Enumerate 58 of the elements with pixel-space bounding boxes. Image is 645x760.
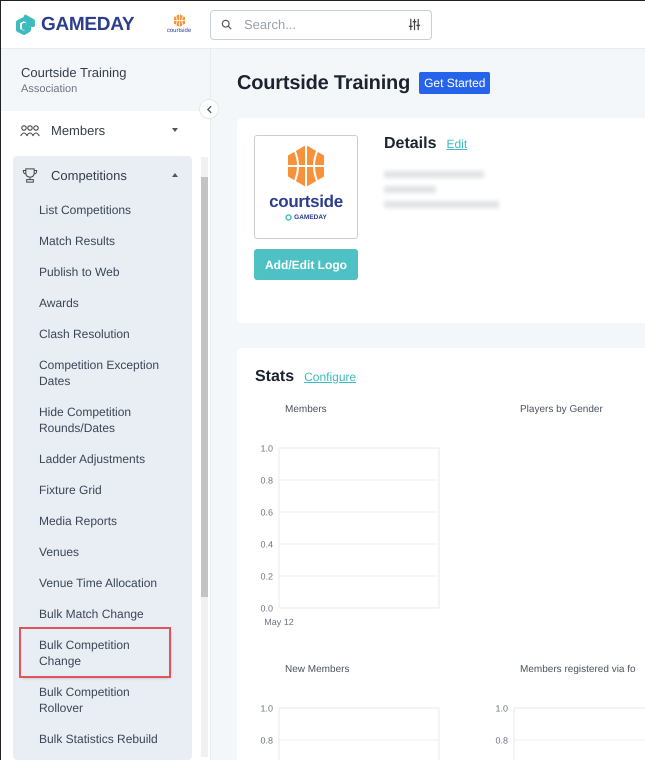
- menu-group[interactable]: Members: [13, 111, 192, 149]
- menu-group-label: Members: [51, 122, 106, 138]
- caret-up-icon: [172, 173, 178, 177]
- search-input[interactable]: Search...: [242, 16, 408, 33]
- y-tick-label: 0.4: [260, 540, 273, 550]
- scrollbar-track[interactable]: [201, 157, 208, 757]
- menu-item[interactable]: Bulk Competition Change: [21, 629, 169, 676]
- menu-group[interactable]: Competitions: [13, 156, 192, 194]
- x-tick-label: May 12: [264, 617, 294, 627]
- filter-sliders-icon[interactable]: [408, 18, 421, 31]
- menu-item[interactable]: Awards: [13, 287, 169, 318]
- y-tick-label: 0.8: [260, 476, 273, 486]
- menu-item[interactable]: Hide Competition Rounds/Dates: [13, 396, 169, 443]
- caret-down-icon: [172, 128, 178, 132]
- basketball-icon: [172, 14, 186, 27]
- menu-item[interactable]: Bulk Competition Rollover: [13, 676, 169, 723]
- menu-item[interactable]: Clash Resolution: [13, 318, 169, 349]
- chart-title: New Members: [285, 664, 350, 677]
- menu-item[interactable]: Bulk Match Change: [13, 598, 169, 629]
- chart-title: Players by Gender: [520, 404, 604, 417]
- menu-item[interactable]: Venue Time Allocation: [13, 567, 169, 598]
- menu-item[interactable]: Bulk Statistics Rebuild: [13, 723, 169, 754]
- scrollbar-thumb[interactable]: [201, 177, 208, 597]
- menu-item[interactable]: Venues: [13, 536, 169, 567]
- page-title: Courtside Training: [237, 72, 410, 94]
- chart-title: Members: [285, 404, 328, 417]
- menu-group-label: Competitions: [51, 168, 128, 182]
- y-tick-label: 0.8: [260, 736, 273, 746]
- y-tick-label: 0.8: [495, 736, 508, 746]
- people-icon: [20, 122, 40, 138]
- logo-text: courtside: [269, 192, 343, 212]
- org-type: Association: [21, 83, 78, 95]
- menu-item[interactable]: Competition Exception Dates: [13, 349, 169, 396]
- get-started-button[interactable]: Get Started: [419, 72, 490, 94]
- y-tick-label: 1.0: [495, 704, 508, 714]
- org-name: Courtside Training: [21, 65, 128, 80]
- menu-item[interactable]: Fixture Grid: [13, 474, 169, 505]
- card-heading: Details: [384, 135, 436, 153]
- y-tick-label: 1.0: [260, 704, 273, 714]
- card-heading: Stats: [255, 368, 294, 386]
- search-icon: [221, 19, 232, 30]
- brand-name: GAMEDAY: [41, 14, 134, 36]
- menu-item[interactable]: Media Reports: [13, 505, 169, 536]
- trophy-icon: [20, 168, 40, 182]
- basketball-icon: [286, 145, 326, 187]
- chevron-left-icon: [206, 104, 212, 114]
- collapse-button[interactable]: [199, 99, 219, 119]
- menu-item[interactable]: Match Results: [13, 225, 169, 256]
- search-field[interactable]: Search...: [210, 10, 432, 40]
- y-tick-label: 0.2: [260, 572, 273, 582]
- y-tick-label: 0.6: [260, 508, 273, 518]
- y-tick-label: 0.0: [260, 604, 273, 614]
- menu-item[interactable]: List Competitions: [13, 194, 169, 225]
- y-tick-label: 1.0: [260, 444, 273, 454]
- menu-item[interactable]: Publish to Web: [13, 256, 169, 287]
- chart-title: Members registered via fo: [520, 664, 637, 677]
- g-logo-icon: [285, 214, 292, 221]
- menu-item[interactable]: Ladder Adjustments: [13, 443, 169, 474]
